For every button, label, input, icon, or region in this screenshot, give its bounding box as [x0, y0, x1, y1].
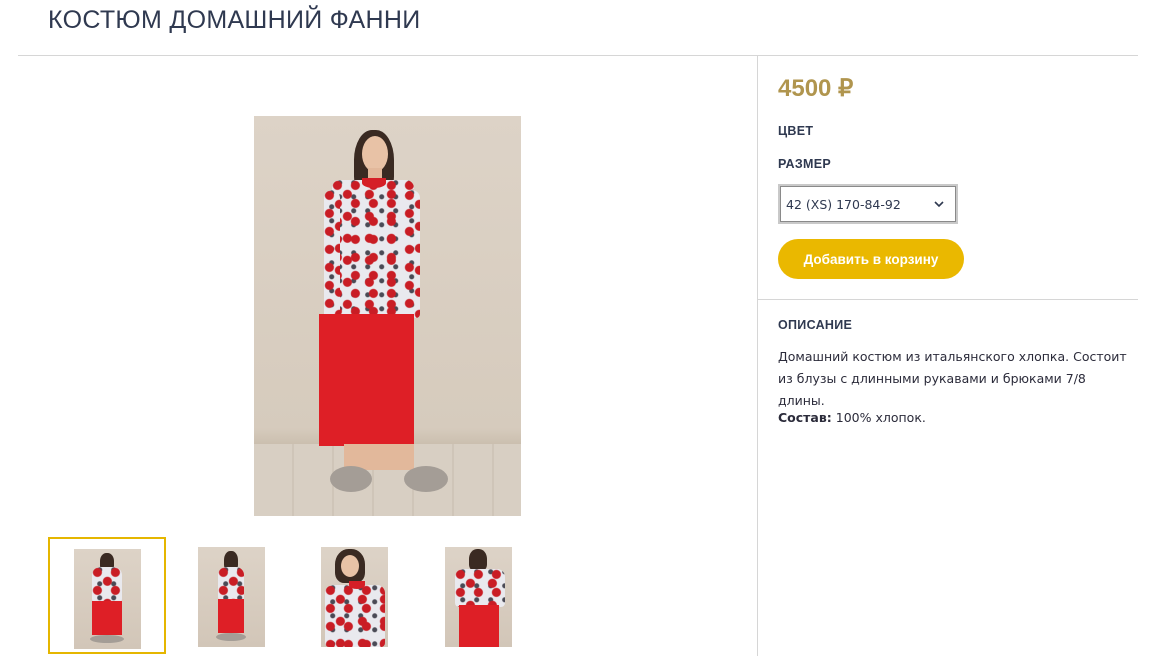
model-face — [362, 136, 388, 172]
size-select-value: 42 (XS) 170-84-92 — [786, 196, 901, 212]
main-product-photo[interactable] — [254, 116, 521, 516]
thumb-collar — [349, 581, 365, 589]
model-right-sleeve — [404, 190, 420, 318]
thumb-pants — [459, 605, 499, 647]
page-title: КОСТЮМ ДОМАШНИЙ ФАННИ — [48, 6, 421, 34]
thumbnail-2-image — [198, 547, 265, 647]
thumb-pants — [218, 599, 244, 633]
thumb-top — [218, 567, 244, 601]
header-divider — [18, 55, 1138, 56]
thumbnail-1[interactable] — [48, 537, 166, 654]
model-top — [332, 180, 414, 318]
size-label: РАЗМЕР — [778, 157, 831, 171]
model-left-slipper — [330, 466, 372, 492]
chevron-down-icon — [934, 201, 944, 208]
thumb-face — [341, 555, 359, 577]
color-label: ЦВЕТ — [778, 124, 814, 138]
model-right-slipper — [404, 466, 448, 492]
thumb-top — [92, 567, 122, 603]
product-description: Домашний костюм из итальянского хлопка. … — [778, 349, 1127, 408]
description-divider — [758, 299, 1138, 300]
thumbnail-4-image — [445, 547, 512, 647]
thumbnail-4[interactable] — [420, 537, 538, 654]
composition-label: Состав: — [778, 410, 832, 425]
thumb-top — [325, 585, 385, 647]
model-left-sleeve — [324, 190, 340, 318]
thumbnail-2[interactable] — [172, 537, 290, 654]
thumbnail-3-image — [321, 547, 388, 647]
thumbnail-3[interactable] — [296, 537, 414, 654]
thumb-top — [455, 569, 505, 607]
thumb-slippers — [90, 635, 124, 643]
thumb-slippers — [216, 633, 246, 641]
model-collar — [362, 178, 386, 188]
thumb-pants — [92, 601, 122, 635]
product-composition: Состав: 100% хлопок. — [778, 410, 926, 425]
composition-value: 100% хлопок. — [835, 410, 926, 425]
column-divider — [757, 56, 758, 656]
thumbnail-1-image — [74, 549, 141, 649]
model-pants-left — [319, 314, 371, 446]
model-pants-right — [366, 314, 414, 446]
description-label: ОПИСАНИЕ — [778, 318, 853, 332]
product-price: 4500 ₽ — [778, 75, 854, 102]
add-to-cart-button[interactable]: Добавить в корзину — [778, 239, 964, 279]
thumb-hair — [469, 549, 487, 571]
size-select[interactable]: 42 (XS) 170-84-92 — [778, 184, 958, 224]
